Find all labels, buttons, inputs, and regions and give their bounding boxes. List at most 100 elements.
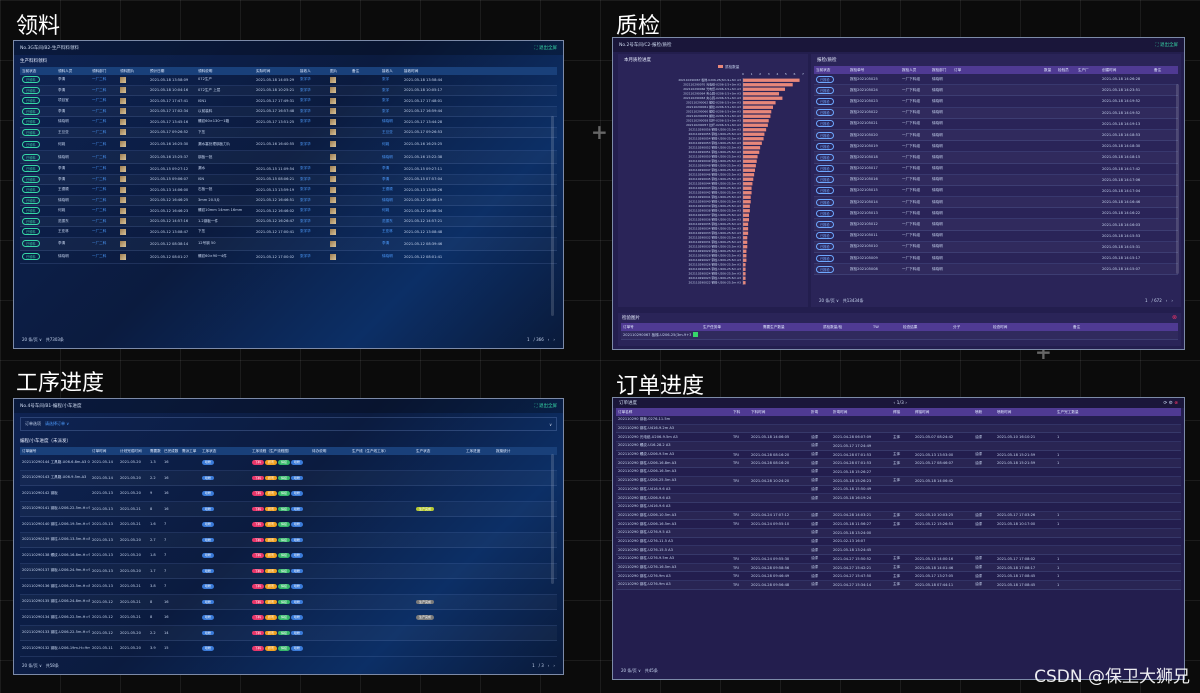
table-row[interactable]: 已报检 报检202105015 一厂下料组 徐晓明 2021-05-18 14:17:0…: [814, 186, 1178, 198]
handler[interactable]: 何姚: [380, 142, 402, 147]
bar[interactable]: [743, 240, 748, 244]
handler[interactable]: 徐晓明: [380, 155, 402, 160]
table-row[interactable]: 202110290 钢柱-U206-16.5m A3 油漆 2021-05-18 1…: [616, 468, 1181, 477]
column-header[interactable]: 计划完成时间: [118, 449, 148, 454]
material-photo[interactable]: [120, 165, 126, 172]
bar[interactable]: [743, 159, 757, 163]
table-row[interactable]: 202110290 钢柱-U276-9.5 A3 油漆 2021-05-18 13:…: [616, 529, 1181, 538]
process-pill[interactable]: 喷粉: [291, 522, 304, 527]
department[interactable]: 一厂二科: [90, 109, 118, 114]
column-header[interactable]: 下料时间: [749, 410, 809, 415]
table-row[interactable]: 已领料 李清 一厂二科 2021-05-15 09:27:12 漏水 2021-05-15…: [20, 164, 557, 175]
bar[interactable]: [743, 87, 785, 91]
process-pill[interactable]: 下料: [252, 553, 265, 558]
status-pill[interactable]: 喷粉: [202, 568, 215, 573]
column-header[interactable]: 生产完工数量: [1055, 410, 1115, 415]
page-input[interactable]: 1: [1145, 298, 1148, 303]
process-pill[interactable]: 下料: [252, 599, 265, 604]
process-pill[interactable]: 下料: [252, 584, 265, 589]
column-header[interactable]: 工序状态: [200, 449, 250, 454]
detail-column-header[interactable]: 检查结果: [901, 325, 951, 330]
page-input[interactable]: 1: [527, 337, 530, 342]
table-row[interactable]: 202110290139 钢柱-U206-13.5m-H=8m-A32021-0…: [20, 533, 557, 548]
table-row[interactable]: 已报检 报检202105017 一厂下料组 徐晓明 2021-05-18 14:17:4…: [814, 164, 1178, 175]
handler[interactable]: 李清: [380, 241, 402, 246]
process-pill[interactable]: 焊接: [278, 506, 291, 511]
scrollbar[interactable]: [551, 454, 554, 584]
table-row[interactable]: 已报检 报检202105021 一厂下料组 徐晓明 2021-05-18 14:19:1…: [814, 119, 1178, 130]
detail-column-header[interactable]: TW: [871, 325, 901, 329]
bar[interactable]: [743, 110, 772, 114]
detail-column-header[interactable]: 订单号: [621, 325, 701, 330]
scrollbar[interactable]: [1176, 84, 1179, 274]
bar[interactable]: [743, 263, 746, 267]
table-row[interactable]: 202110290135 钢柱-U206-24.8m-H=8m-A32021-0…: [20, 595, 557, 610]
status-pill[interactable]: 喷粉: [202, 630, 215, 635]
signature-photo[interactable]: [330, 165, 336, 172]
material-photo[interactable]: [120, 141, 126, 147]
table-row[interactable]: 202110290 钢柱-U206-9.6 A3 油漆 2021-05-18 16:…: [616, 494, 1181, 503]
table-row[interactable]: 202110290 钢柱-U206-16.8m A3 TRI 2021-04-28 …: [616, 459, 1181, 469]
column-header[interactable]: 领料部门: [90, 69, 118, 74]
receiver[interactable]: 张宇华: [298, 187, 328, 192]
status-pill[interactable]: 喷粉: [202, 506, 215, 511]
bar[interactable]: [743, 150, 760, 154]
table-row[interactable]: 202110290137 钢板-U206-24.9m-H=9m-A32021-0…: [20, 564, 557, 579]
bar[interactable]: [743, 213, 749, 217]
bar[interactable]: [743, 258, 747, 262]
status-tag[interactable]: 生产完成: [416, 615, 435, 620]
process-pill[interactable]: 下料: [252, 630, 265, 635]
bar[interactable]: [743, 195, 751, 199]
material-photo[interactable]: [120, 154, 126, 160]
column-header[interactable]: 订单: [952, 68, 1042, 73]
process-pill[interactable]: 折弯: [265, 537, 278, 542]
column-header[interactable]: 领料说明: [196, 69, 254, 74]
column-header[interactable]: 需派工单: [180, 449, 200, 454]
table-row[interactable]: 202110290 钢柱-U416-9.6 A3: [616, 503, 1181, 512]
table-row[interactable]: 已报检 报检202105022 一厂下料组 徐晓明 2021-05-18 14:19:5…: [814, 108, 1178, 119]
column-header[interactable]: 接收人: [380, 69, 402, 74]
process-pill[interactable]: 喷粉: [291, 491, 304, 496]
process-pill[interactable]: 折弯: [265, 506, 278, 511]
process-pill[interactable]: 折弯: [265, 630, 278, 635]
bar[interactable]: [743, 155, 758, 159]
process-pill[interactable]: 折弯: [265, 599, 278, 604]
bar[interactable]: [743, 249, 747, 253]
material-photo[interactable]: [120, 97, 126, 104]
column-header[interactable]: 折弯: [809, 410, 831, 415]
column-header[interactable]: 喷粉时间: [995, 410, 1055, 415]
process-pill[interactable]: 下料: [252, 615, 265, 620]
department[interactable]: 一厂二科: [90, 77, 118, 82]
bar[interactable]: [743, 146, 761, 150]
process-pill[interactable]: 焊接: [278, 553, 291, 558]
column-header[interactable]: 领料图片: [118, 69, 148, 74]
process-pill[interactable]: 下料: [252, 646, 265, 651]
department[interactable]: 一厂二科: [90, 177, 118, 182]
receiver[interactable]: 张宇华: [298, 219, 328, 224]
process-pill[interactable]: 折弯: [265, 646, 278, 651]
table-row[interactable]: 已领料 徐晓明 一厂二科 2021-05-12 16:46:25 3mm 20.5片 20…: [20, 196, 557, 206]
table-row[interactable]: 已领料 徐晓明 一厂二科 2021-05-17 13:45:16 螺纹60×130一1箱…: [20, 117, 557, 128]
department[interactable]: 一厂二科: [90, 142, 118, 147]
page-size-select[interactable]: 20 条/页: [22, 663, 38, 668]
department[interactable]: 一厂二科: [90, 187, 118, 192]
page-size-select[interactable]: 20 条/页: [819, 298, 835, 303]
material-photo[interactable]: [120, 108, 126, 115]
bar[interactable]: [743, 231, 749, 235]
bar[interactable]: [743, 209, 750, 213]
table-row[interactable]: 202110290 钢柱-U206-16.5m A3 TRI 2021-04-24 …: [616, 520, 1181, 529]
table-row[interactable]: 已报检 报检202105016 一厂下料组 徐晓明 2021-05-18 14:17:0…: [814, 175, 1178, 186]
page-input[interactable]: 1: [532, 663, 535, 668]
department[interactable]: 一厂二科: [90, 198, 118, 203]
signature-photo[interactable]: [330, 76, 336, 83]
detail-image-icon[interactable]: [691, 332, 711, 338]
column-header[interactable]: 检验员: [1056, 68, 1076, 73]
column-header[interactable]: 下料: [731, 410, 749, 415]
column-header[interactable]: 数量: [1042, 68, 1056, 73]
material-photo[interactable]: [120, 197, 126, 204]
material-photo[interactable]: [120, 76, 126, 83]
table-row[interactable]: 202110290 钢柱-U276-9m A3 TRI 2021-04-28 09:…: [616, 581, 1181, 590]
department[interactable]: 一厂二科: [90, 88, 118, 93]
handler[interactable]: 张宇: [380, 109, 402, 114]
bar[interactable]: [743, 218, 749, 222]
